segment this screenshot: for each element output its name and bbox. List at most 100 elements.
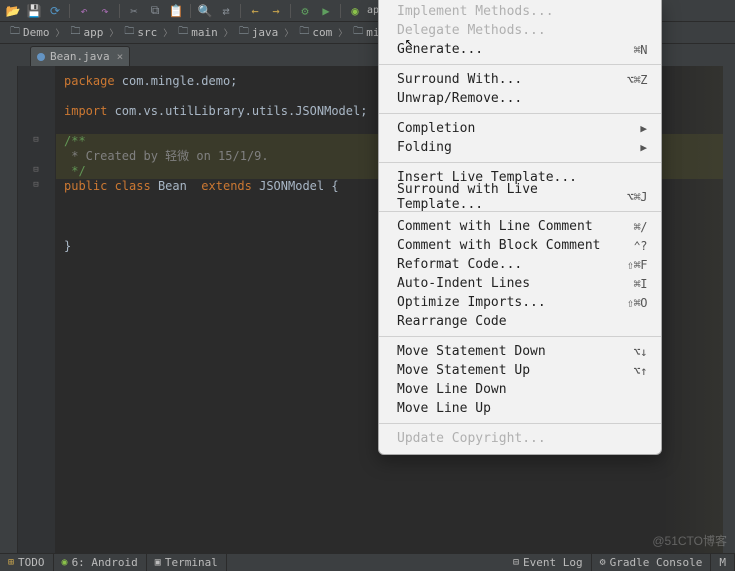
- menu-shortcut: ⌘N: [634, 43, 647, 57]
- run-icon[interactable]: ▶: [317, 2, 335, 20]
- menu-item-label: Delegate Methods...: [397, 23, 647, 38]
- status-gradle[interactable]: ⚙Gradle Console: [592, 554, 712, 571]
- menu-shortcut: ⌥⌘J: [627, 190, 647, 204]
- menu-item[interactable]: Move Statement Up⌥↑: [379, 361, 661, 380]
- fold-marker-icon[interactable]: ⊟: [30, 179, 42, 191]
- menu-item[interactable]: Completion▶: [379, 119, 661, 138]
- copy-icon[interactable]: ⧉: [146, 2, 164, 20]
- replace-icon[interactable]: ⇄: [217, 2, 235, 20]
- toolbar-separator: [190, 4, 191, 18]
- menu-item-label: Unwrap/Remove...: [397, 91, 647, 106]
- java-file-icon: [37, 53, 45, 61]
- submenu-arrow-icon: ▶: [640, 122, 647, 135]
- line-gutter: ⊟ ⊟ ⊟: [18, 66, 56, 554]
- menu-item-label: Move Statement Up: [397, 363, 634, 378]
- forward-icon[interactable]: →: [267, 2, 285, 20]
- menu-item[interactable]: Move Line Down: [379, 380, 661, 399]
- build-icon[interactable]: ⚙: [296, 2, 314, 20]
- menu-item[interactable]: Rearrange Code: [379, 312, 661, 331]
- menu-item-label: Move Line Down: [397, 382, 647, 397]
- crumb-src[interactable]: 🗀src: [120, 23, 161, 42]
- folder-icon: 🗀: [71, 24, 81, 41]
- folder-icon: 🗀: [10, 24, 20, 41]
- status-terminal[interactable]: ▣Terminal: [147, 554, 227, 571]
- editor-shade: [663, 66, 723, 554]
- menu-shortcut: ⌥↑: [634, 364, 647, 378]
- menu-item[interactable]: Move Statement Down⌥↓: [379, 342, 661, 361]
- menu-shortcut: ⌘I: [634, 277, 647, 291]
- menu-item-label: Implement Methods...: [397, 4, 647, 19]
- menu-separator: [379, 423, 661, 424]
- menu-separator: [379, 336, 661, 337]
- menu-item-label: Generate...: [397, 42, 634, 57]
- menu-item[interactable]: Reformat Code...⇧⌘F: [379, 255, 661, 274]
- menu-item-label: Move Line Up: [397, 401, 647, 416]
- crumb-com[interactable]: 🗀com: [295, 23, 336, 42]
- menu-item-label: Surround with Live Template...: [397, 182, 627, 212]
- menu-shortcut: ⌥↓: [634, 345, 647, 359]
- menu-item-label: Rearrange Code: [397, 314, 647, 329]
- toolbar-separator: [290, 4, 291, 18]
- tab-bean-java[interactable]: Bean.java ×: [30, 46, 130, 66]
- menu-shortcut: ⌘/: [634, 220, 647, 234]
- menu-item[interactable]: Unwrap/Remove...: [379, 89, 661, 108]
- menu-item-label: Comment with Block Comment: [397, 238, 634, 253]
- menu-item[interactable]: Surround With...⌥⌘Z: [379, 70, 661, 89]
- menu-item[interactable]: Comment with Block Comment⌃?: [379, 236, 661, 255]
- menu-item-label: Comment with Line Comment: [397, 219, 634, 234]
- close-icon[interactable]: ×: [117, 50, 124, 63]
- android-icon[interactable]: ◉: [346, 2, 364, 20]
- android-icon: ◉: [62, 557, 68, 568]
- fold-marker-icon[interactable]: ⊟: [30, 164, 42, 176]
- tab-label: Bean.java: [50, 50, 110, 63]
- menu-item-label: Reformat Code...: [397, 257, 627, 272]
- cut-icon[interactable]: ✂: [125, 2, 143, 20]
- menu-item: Update Copyright...: [379, 429, 661, 448]
- status-todo[interactable]: ⊞TODO: [0, 554, 54, 571]
- crumb-demo[interactable]: 🗀Demo: [6, 23, 54, 42]
- status-m[interactable]: M: [711, 554, 735, 571]
- menu-item[interactable]: Optimize Imports...⇧⌘O: [379, 293, 661, 312]
- terminal-icon: ▣: [155, 557, 161, 568]
- status-android[interactable]: ◉6: Android: [54, 554, 147, 571]
- menu-shortcut: ⌥⌘Z: [627, 73, 647, 87]
- menu-item[interactable]: Comment with Line Comment⌘/: [379, 217, 661, 236]
- crumb-app[interactable]: 🗀app: [67, 23, 108, 42]
- folder-icon: 🗀: [178, 24, 188, 41]
- menu-shortcut: ⇧⌘F: [627, 258, 647, 272]
- menu-item[interactable]: Auto-Indent Lines⌘I: [379, 274, 661, 293]
- menu-item[interactable]: Folding▶: [379, 138, 661, 157]
- find-icon[interactable]: 🔍: [196, 2, 214, 20]
- watermark: @51CTO博客: [652, 532, 727, 549]
- folder-icon: 🗀: [353, 24, 363, 41]
- folder-icon: 🗀: [124, 24, 134, 41]
- undo-icon[interactable]: ↶: [75, 2, 93, 20]
- crumb-main[interactable]: 🗀main: [174, 23, 222, 42]
- menu-item[interactable]: Move Line Up: [379, 399, 661, 418]
- context-menu: Implement Methods... Delegate Methods... G…: [378, 0, 662, 455]
- paste-icon[interactable]: 📋: [167, 2, 185, 20]
- menu-item-label: Folding: [397, 140, 640, 155]
- menu-item[interactable]: Surround with Live Template...⌥⌘J: [379, 187, 661, 206]
- toolbar-separator: [240, 4, 241, 18]
- menu-separator: [379, 64, 661, 65]
- submenu-arrow-icon: ▶: [640, 141, 647, 154]
- status-eventlog[interactable]: ⊟Event Log: [505, 554, 592, 571]
- menu-item-label: Move Statement Down: [397, 344, 634, 359]
- back-icon[interactable]: ←: [246, 2, 264, 20]
- menu-shortcut: ⇧⌘O: [627, 296, 647, 310]
- fold-marker-icon[interactable]: ⊟: [30, 134, 42, 146]
- menu-separator: [379, 162, 661, 163]
- menu-item-label: Update Copyright...: [397, 431, 647, 446]
- menu-item-label: Auto-Indent Lines: [397, 276, 634, 291]
- crumb-java[interactable]: 🗀java: [235, 23, 283, 42]
- menu-shortcut: ⌃?: [634, 239, 647, 253]
- menu-item[interactable]: Generate...⌘N: [379, 40, 661, 59]
- refresh-icon[interactable]: ⟳: [46, 2, 64, 20]
- menu-item-label: Completion: [397, 121, 640, 136]
- folder-icon: 🗀: [239, 24, 249, 41]
- open-icon[interactable]: 📂: [4, 2, 22, 20]
- status-bar: ⊞TODO ◉6: Android ▣Terminal ⊟Event Log ⚙…: [0, 553, 735, 571]
- save-icon[interactable]: 💾: [25, 2, 43, 20]
- redo-icon[interactable]: ↷: [96, 2, 114, 20]
